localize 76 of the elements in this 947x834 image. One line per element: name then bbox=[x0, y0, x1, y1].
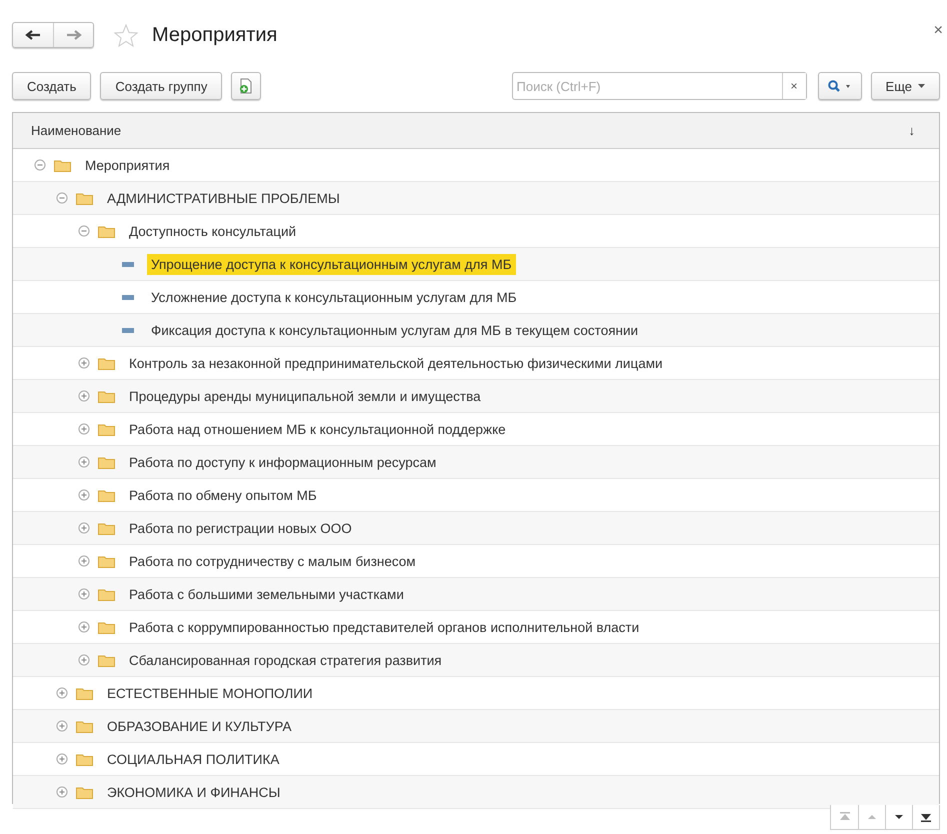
folder-icon bbox=[98, 456, 114, 468]
caret-icon bbox=[918, 84, 925, 88]
folder-icon bbox=[98, 390, 114, 402]
expand-icon[interactable] bbox=[56, 687, 68, 699]
search-button[interactable] bbox=[818, 72, 862, 100]
expand-icon[interactable] bbox=[56, 720, 68, 732]
search-field[interactable]: Поиск (Ctrl+F) × bbox=[512, 72, 807, 100]
tree-item[interactable]: Работа по регистрации новых ООО bbox=[125, 518, 356, 538]
expand-icon[interactable] bbox=[78, 456, 90, 468]
toolbar-button[interactable]: Создать bbox=[12, 72, 92, 100]
tree-item[interactable]: Упрощение доступа к консультационным услугам для МБ bbox=[147, 254, 516, 274]
expand-icon[interactable] bbox=[56, 786, 68, 798]
folder-icon bbox=[54, 158, 70, 172]
item-icon bbox=[122, 294, 134, 300]
expand-icon[interactable] bbox=[78, 357, 90, 369]
tree-item[interactable]: Работа с коррумпированностью представителей органов исполнительной власти bbox=[125, 616, 644, 638]
window-title: Мероприятия bbox=[152, 24, 278, 46]
expand-icon[interactable] bbox=[78, 588, 90, 600]
down-icon bbox=[895, 815, 903, 819]
folder-icon bbox=[76, 752, 92, 766]
tree-item[interactable]: Мероприятия bbox=[81, 154, 174, 176]
tree-item[interactable]: Работа по обмену опытом МБ bbox=[125, 484, 321, 506]
tree-item[interactable]: ЭКОНОМИКА И ФИНАНСЫ bbox=[103, 782, 284, 802]
folder-icon bbox=[98, 422, 114, 436]
item-icon bbox=[122, 262, 134, 266]
tree-item[interactable]: Работа по сотрудничеству с малым бизнесом bbox=[125, 550, 420, 572]
toolbar-button[interactable]: Создать группу bbox=[100, 72, 222, 100]
clear-button[interactable]: × bbox=[782, 73, 806, 99]
add-file-button[interactable] bbox=[231, 72, 262, 100]
folder-icon bbox=[76, 720, 92, 732]
tree-item[interactable]: ОБРАЗОВАНИЕ И КУЛЬТУРА bbox=[103, 716, 296, 736]
folder-icon bbox=[98, 356, 114, 370]
folder-icon bbox=[76, 786, 92, 798]
folder-icon bbox=[98, 224, 114, 238]
more-button[interactable]: Еще bbox=[870, 72, 940, 100]
add-document-icon bbox=[239, 78, 254, 94]
tree-item[interactable]: Работа с большими земельными участками bbox=[125, 584, 408, 604]
folder-icon bbox=[76, 686, 92, 700]
expand-icon[interactable] bbox=[78, 489, 90, 501]
expand-icon[interactable] bbox=[78, 555, 90, 567]
folder-icon bbox=[98, 588, 114, 600]
expand-icon[interactable] bbox=[78, 390, 90, 402]
tree-item[interactable]: Доступность консультаций bbox=[125, 220, 300, 242]
folder-icon bbox=[98, 488, 114, 502]
page-nav-button[interactable] bbox=[912, 805, 939, 829]
tree-item[interactable]: АДМИНИСТРАТИВНЫЕ ПРОБЛЕМЫ bbox=[103, 188, 344, 208]
back-arrow-icon bbox=[25, 29, 41, 41]
tree-item[interactable]: Усложнение доступа к консультационным услугам для МБ bbox=[147, 286, 521, 308]
collapse-icon[interactable] bbox=[56, 192, 68, 204]
close-button[interactable]: × bbox=[932, 22, 945, 40]
forward-arrow-icon bbox=[66, 29, 82, 41]
search-icon bbox=[828, 80, 852, 92]
item-icon bbox=[122, 328, 134, 332]
sort-indicator: ↓ bbox=[908, 123, 915, 138]
folder-icon bbox=[98, 554, 114, 568]
last-icon bbox=[921, 814, 931, 822]
tree-item[interactable]: ЕСТЕСТВЕННЫЕ МОНОПОЛИИ bbox=[103, 682, 317, 704]
folder-icon bbox=[98, 620, 114, 634]
tree-item[interactable]: Контроль за незаконной предпринимательской деятельностью физическими лицами bbox=[125, 352, 667, 374]
collapse-icon[interactable] bbox=[78, 225, 90, 237]
page-nav-button[interactable] bbox=[885, 805, 912, 829]
first-icon bbox=[840, 812, 850, 820]
column-header[interactable]: Наименование bbox=[31, 123, 122, 138]
expand-icon[interactable] bbox=[78, 654, 90, 666]
collapse-icon[interactable] bbox=[34, 159, 46, 171]
expand-icon[interactable] bbox=[56, 753, 68, 765]
up-icon bbox=[868, 815, 876, 819]
tree-item[interactable]: СОЦИАЛЬНАЯ ПОЛИТИКА bbox=[103, 748, 284, 770]
tree-item[interactable]: Работа над отношением МБ к консультационной поддержке bbox=[125, 418, 510, 440]
folder-icon bbox=[76, 192, 92, 204]
folder-icon bbox=[98, 522, 114, 534]
expand-icon[interactable] bbox=[78, 621, 90, 633]
star-icon[interactable] bbox=[114, 24, 138, 46]
folder-icon bbox=[98, 654, 114, 666]
expand-icon[interactable] bbox=[78, 423, 90, 435]
expand-icon[interactable] bbox=[78, 522, 90, 534]
